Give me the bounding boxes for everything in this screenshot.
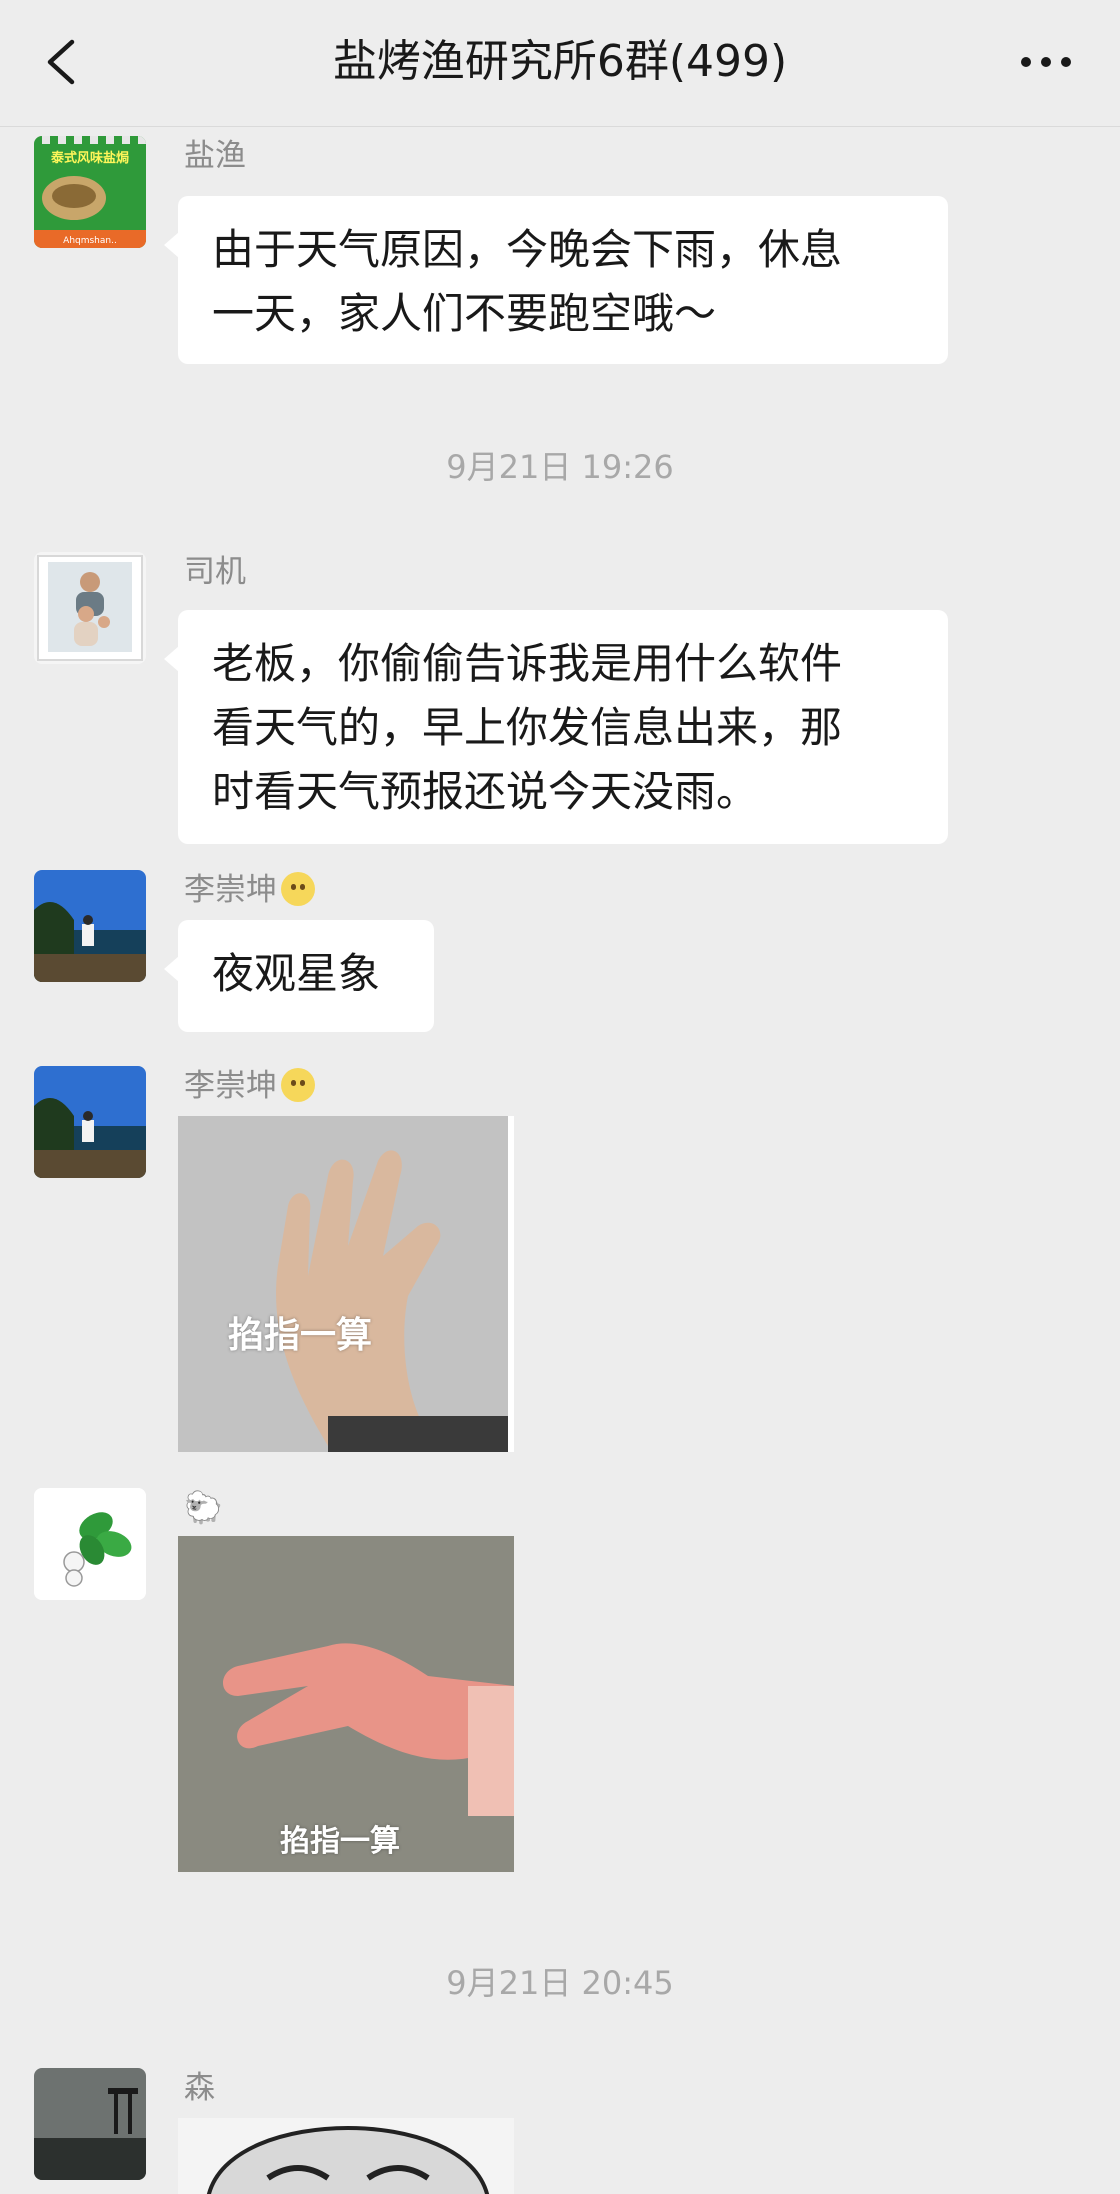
more-dots-icon bbox=[1021, 57, 1071, 67]
message-text-line: 老板，你偷偷告诉我是用什么软件 bbox=[212, 639, 843, 688]
chat-message-list[interactable]: 泰式风味盐焗 Ahqmshan.. 盐渔 由于天气原因，今晚会下雨，休息 一天，… bbox=[0, 126, 1120, 2194]
message-bubble[interactable]: 夜观星象 bbox=[164, 920, 434, 1032]
svg-text:泰式风味盐焗: 泰式风味盐焗 bbox=[50, 150, 129, 166]
message-text-line: 由于天气原因，今晚会下雨，休息 bbox=[212, 225, 843, 274]
sender-name: 李崇坤 bbox=[184, 1066, 315, 1106]
family-photo-avatar[interactable] bbox=[34, 552, 146, 664]
sticker-image[interactable] bbox=[178, 2118, 514, 2194]
chat-title: 盐烤渔研究所6群(499) bbox=[332, 36, 788, 87]
more-button[interactable] bbox=[1016, 42, 1076, 82]
timestamp: 9月21日 20:45 bbox=[446, 1964, 674, 2002]
sticker-caption: 掐指一算 bbox=[280, 1824, 400, 1859]
sticker-caption: 掐指一算 bbox=[228, 1315, 373, 1356]
sender-name: 盐渔 bbox=[184, 138, 246, 174]
chat-header: 盐烤渔研究所6群(499) bbox=[0, 0, 1120, 127]
message-bubble[interactable]: 由于天气原因，今晚会下雨，休息 一天，家人们不要跑空哦～ bbox=[164, 196, 948, 364]
svg-text:Ahqmshan..: Ahqmshan.. bbox=[63, 236, 117, 246]
message-text-line: 夜观星象 bbox=[212, 949, 381, 998]
message-text-line: 时看天气预报还说今天没雨。 bbox=[212, 767, 759, 816]
sticker-image[interactable]: 掐指一算 bbox=[178, 1116, 514, 1452]
seaside-person-avatar[interactable] bbox=[34, 870, 146, 982]
message-bubble[interactable]: 老板，你偷偷告诉我是用什么软件 看天气的，早上你发信息出来，那 时看天气预报还说… bbox=[164, 610, 948, 844]
seaside-person-avatar[interactable] bbox=[34, 1066, 146, 1178]
message-text-line: 看天气的，早上你发信息出来，那 bbox=[212, 703, 843, 752]
sender-name: 李崇坤 bbox=[184, 870, 315, 910]
dark-landscape-avatar[interactable] bbox=[34, 2068, 146, 2180]
sender-name: 森 bbox=[184, 2070, 215, 2106]
sender-name: 司机 bbox=[184, 554, 246, 590]
smiley-emoji-icon bbox=[281, 872, 315, 906]
sticker-image[interactable]: 掐指一算 bbox=[178, 1536, 514, 1872]
message-text-line: 一天，家人们不要跑空哦～ bbox=[212, 289, 717, 338]
green-leaves-avatar[interactable] bbox=[34, 1488, 146, 1600]
smiley-emoji-icon bbox=[281, 1068, 315, 1102]
sender-name: 🐑 bbox=[184, 1490, 223, 1526]
shop-logo-avatar[interactable]: 泰式风味盐焗 Ahqmshan.. bbox=[34, 136, 146, 248]
timestamp: 9月21日 19:26 bbox=[446, 448, 674, 486]
